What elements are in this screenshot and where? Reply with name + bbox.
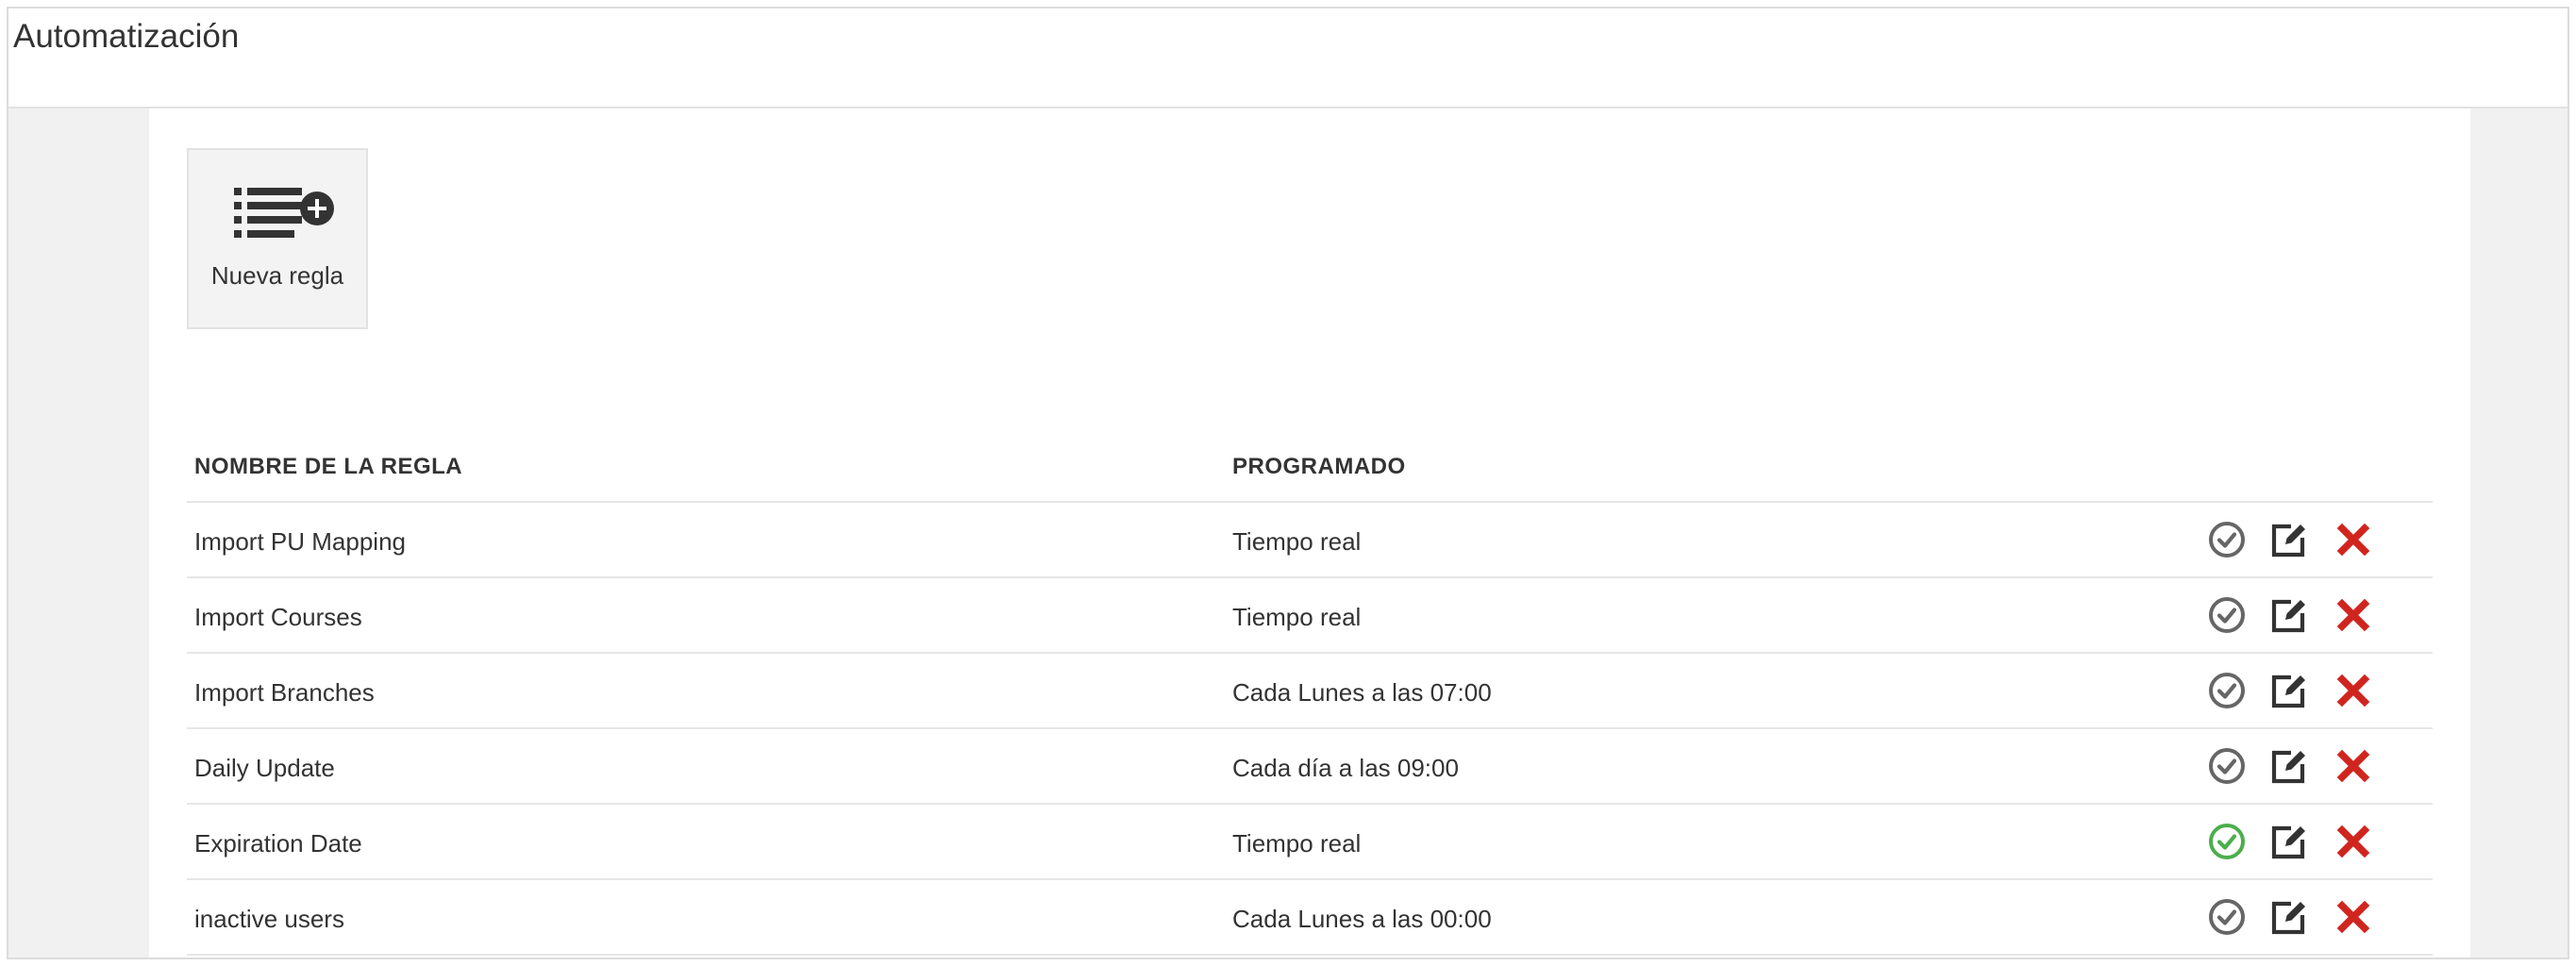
rule-name: Expiration Date bbox=[194, 829, 362, 858]
rule-name: Import Branches bbox=[194, 678, 375, 707]
rule-schedule: Cada Lunes a las 07:00 bbox=[1232, 678, 1492, 707]
rule-schedule: Cada Lunes a las 00:00 bbox=[1232, 905, 1492, 933]
table-row: Expiration Date Tiempo real bbox=[187, 805, 2433, 880]
delete-button[interactable] bbox=[2333, 821, 2374, 862]
window-frame: Automatización Nueva regla NOMBRE DE LA … bbox=[7, 7, 2569, 959]
row-actions bbox=[2206, 670, 2395, 711]
content-panel: Nueva regla NOMBRE DE LA REGLA PROGRAMAD… bbox=[149, 108, 2470, 958]
edit-button[interactable] bbox=[2268, 670, 2310, 711]
edit-icon bbox=[2271, 825, 2305, 859]
check-circle-icon bbox=[2209, 824, 2245, 859]
edit-icon bbox=[2271, 524, 2305, 558]
edit-button[interactable] bbox=[2268, 821, 2310, 862]
rule-name: Daily Update bbox=[194, 754, 335, 782]
delete-button[interactable] bbox=[2333, 519, 2374, 560]
toggle-status-button[interactable] bbox=[2206, 594, 2248, 636]
table-row: inactive users Cada Lunes a las 00:00 bbox=[187, 880, 2433, 956]
table-row: Import Courses Tiempo real bbox=[187, 578, 2433, 654]
column-header-rule-name[interactable]: NOMBRE DE LA REGLA bbox=[194, 454, 462, 480]
delete-icon bbox=[2336, 749, 2370, 783]
list-add-icon bbox=[234, 188, 334, 238]
new-rule-button[interactable]: Nueva regla bbox=[187, 148, 368, 329]
delete-icon bbox=[2336, 598, 2370, 632]
check-circle-icon bbox=[2209, 597, 2245, 633]
toggle-status-button[interactable] bbox=[2206, 745, 2248, 787]
edit-icon bbox=[2271, 750, 2305, 784]
page-header: Automatización bbox=[8, 8, 2568, 108]
table-row: Import PU Mapping Tiempo real bbox=[187, 503, 2433, 578]
toggle-status-button[interactable] bbox=[2206, 896, 2248, 938]
edit-button[interactable] bbox=[2268, 745, 2310, 787]
rule-name: inactive users bbox=[194, 905, 344, 933]
delete-button[interactable] bbox=[2333, 745, 2374, 787]
check-circle-icon bbox=[2209, 673, 2245, 708]
delete-icon bbox=[2336, 900, 2370, 934]
page-title: Automatización bbox=[13, 18, 240, 55]
rules-table: NOMBRE DE LA REGLA PROGRAMADO Import PU … bbox=[187, 427, 2433, 956]
table-row: Daily Update Cada día a las 09:00 bbox=[187, 729, 2433, 805]
toggle-status-button[interactable] bbox=[2206, 670, 2248, 711]
table-body: Import PU Mapping Tiempo real Import Cou… bbox=[187, 503, 2433, 956]
column-header-schedule[interactable]: PROGRAMADO bbox=[1232, 454, 1406, 480]
delete-icon bbox=[2336, 824, 2370, 858]
row-actions bbox=[2206, 896, 2395, 938]
toggle-status-button[interactable] bbox=[2206, 519, 2248, 560]
new-rule-label: Nueva regla bbox=[210, 261, 344, 290]
delete-icon bbox=[2336, 674, 2370, 708]
rule-schedule: Tiempo real bbox=[1232, 603, 1362, 631]
rule-schedule: Cada día a las 09:00 bbox=[1232, 754, 1459, 782]
edit-button[interactable] bbox=[2268, 594, 2310, 636]
edit-button[interactable] bbox=[2268, 519, 2310, 560]
table-row: Import Branches Cada Lunes a las 07:00 bbox=[187, 654, 2433, 729]
delete-button[interactable] bbox=[2333, 896, 2374, 938]
delete-button[interactable] bbox=[2333, 594, 2374, 636]
row-actions bbox=[2206, 745, 2395, 787]
edit-icon bbox=[2271, 675, 2305, 708]
rule-name: Import PU Mapping bbox=[194, 527, 406, 556]
check-circle-icon bbox=[2209, 748, 2245, 784]
row-actions bbox=[2206, 594, 2395, 636]
row-actions bbox=[2206, 821, 2395, 862]
delete-icon bbox=[2336, 523, 2370, 557]
rule-name: Import Courses bbox=[194, 603, 362, 631]
table-header: NOMBRE DE LA REGLA PROGRAMADO bbox=[187, 427, 2433, 503]
row-actions bbox=[2206, 519, 2395, 560]
delete-button[interactable] bbox=[2333, 670, 2374, 711]
toggle-status-button[interactable] bbox=[2206, 821, 2248, 862]
edit-icon bbox=[2271, 901, 2305, 935]
edit-button[interactable] bbox=[2268, 896, 2310, 938]
check-circle-icon bbox=[2209, 522, 2245, 558]
rule-schedule: Tiempo real bbox=[1232, 527, 1362, 556]
edit-icon bbox=[2271, 599, 2305, 633]
check-circle-icon bbox=[2209, 899, 2245, 935]
rule-schedule: Tiempo real bbox=[1232, 829, 1362, 858]
